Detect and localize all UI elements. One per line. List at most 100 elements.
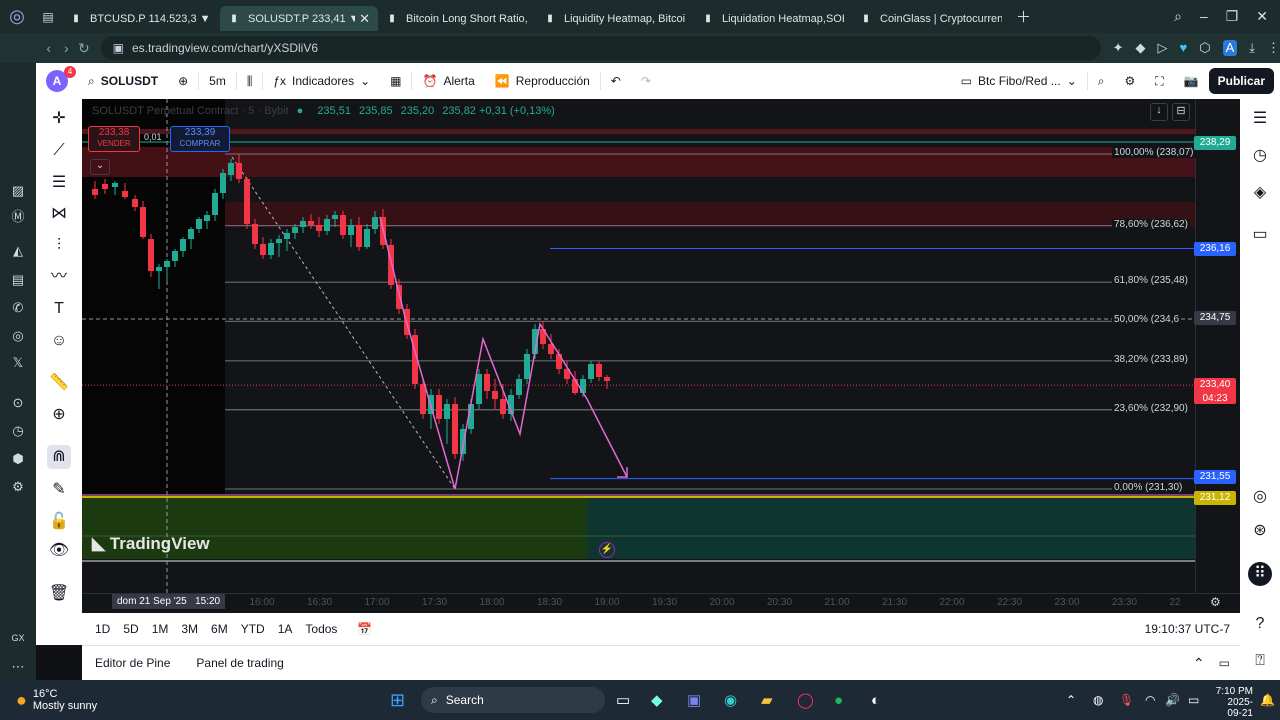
chart-pane[interactable]: SOLUSDT Perpetual Contract · 5 · Bybit ●… [82,99,1240,613]
text-icon[interactable]: T [47,297,71,321]
trash-icon[interactable]: 🗑 [47,582,71,606]
fullscreen-button[interactable]: ⛶ [1145,74,1173,89]
extension-icon[interactable]: ✦ [1113,40,1124,56]
minimize-icon[interactable]: – [1200,8,1208,25]
sell-button[interactable]: 233,38 VENDER [88,126,140,152]
magnet-icon[interactable]: ⋒ [47,445,71,469]
x-icon[interactable]: 𝕏 [9,355,27,373]
site-info-icon[interactable]: ▣ [113,41,124,55]
publish-button[interactable]: Publicar [1208,68,1274,94]
stay-drawing-icon[interactable]: ✎ [47,478,71,502]
range-5d[interactable]: 5D [123,622,138,636]
new-tab-icon[interactable]: ＋ [1016,6,1031,27]
apps-grid-icon[interactable]: ⠿ [1248,562,1272,586]
crosshair-icon[interactable]: ✛ [47,107,71,131]
emoji-icon[interactable]: ☺ [47,329,71,353]
close-window-icon[interactable]: ✕ [1256,8,1268,25]
taskbar-search[interactable]: ⌕ Search [421,687,605,713]
prediction-icon[interactable]: ⫶ [47,234,71,258]
scroll-down-icon[interactable]: ↓ [1150,103,1168,121]
restore-icon[interactable]: ❐ [1226,8,1239,25]
settings-button[interactable]: ⚙ [1115,74,1146,88]
volume-icon[interactable]: 🔊 [1165,693,1180,707]
copilot-icon[interactable]: ◆ [651,691,663,709]
ideas-icon[interactable]: ⊛ [1248,519,1272,543]
brush-icon[interactable]: 〰 [47,265,71,289]
range-3m[interactable]: 3M [181,622,198,636]
back-icon[interactable]: ‹ [40,40,58,56]
range-all[interactable]: Todos [305,622,337,636]
range-ytd[interactable]: YTD [241,622,265,636]
symbol-search[interactable]: ⌕ SOLUSDT [78,74,168,89]
file-explorer-icon[interactable]: ▰ [761,691,773,709]
tab-trading-panel[interactable]: Panel de trading [196,656,283,670]
compare-button[interactable]: ⊕ [168,74,198,88]
profile-icon[interactable]: A [1222,40,1238,56]
instagram-icon[interactable]: ◎ [9,328,27,346]
tray-app-icon[interactable]: ◍ [1093,693,1103,707]
url-field[interactable]: ▣ es.tradingview.com/chart/yXSDliV6 [100,36,1101,60]
maximize-pane-icon[interactable]: ⊟ [1172,103,1190,121]
task-view-icon[interactable]: ▭ [616,691,630,709]
ruler-icon[interactable]: 📏 [47,371,71,395]
tray-clock[interactable]: 7:10 PM 2025-09-21 [1213,686,1253,719]
collapse-legend-icon[interactable]: ⌄ [90,159,110,175]
twitch-icon[interactable]: ▤ [9,272,27,290]
range-1d[interactable]: 1D [95,622,110,636]
windows-start-icon[interactable]: ⊞ [390,690,405,711]
extensions-icon[interactable]: ⬢ [9,451,27,469]
range-6m[interactable]: 6M [211,622,228,636]
pattern-icon[interactable]: ⋈ [47,202,71,226]
zoom-icon[interactable]: ⊕ [47,403,71,427]
wifi-icon[interactable]: ◠ [1145,693,1155,707]
buy-button[interactable]: 233,39 COMPRAR [170,126,230,152]
tab-pine-editor[interactable]: Editor de Pine [95,656,170,670]
interval-button[interactable]: 5m [199,74,236,88]
user-avatar[interactable]: A 4 [36,66,78,92]
calendar-icon[interactable]: 📅 [357,622,372,636]
battery-icon[interactable]: ▭ [1188,693,1199,707]
tab-coinglass[interactable]: ▮ CoinGlass | Cryptocurrenc [852,6,1010,31]
question-icon[interactable]: ⍰ [1248,649,1272,673]
replay-button[interactable]: ⏪ Reproducción [485,74,600,88]
time-axis[interactable]: 15:2016:0016:3017:0017:3018:0018:3019:00… [82,593,1240,613]
browser-logo-icon[interactable]: ◎ [0,0,34,33]
tradingview-app-icon[interactable]: ◭ [9,243,27,261]
menu-icon[interactable]: ⋮ [1267,40,1280,56]
axis-settings-icon[interactable]: ⚙ [1210,595,1221,609]
mic-icon[interactable]: 🎙 [1119,693,1134,707]
shield-icon[interactable]: ◆ [1136,40,1146,56]
clock[interactable]: 19:10:37 UTC-7 [1145,622,1230,636]
opera-gx-icon[interactable]: ◯ [797,691,814,709]
range-1m[interactable]: 1M [152,622,169,636]
player-icon[interactable]: ⊙ [9,395,27,413]
redo-button[interactable]: ↷ [631,74,661,88]
tray-chevron-icon[interactable]: ⌃ [1066,693,1076,707]
snapshot-button[interactable]: 📷 [1174,74,1209,88]
extensions-puzzle-icon[interactable]: ⬡ [1199,40,1210,56]
more-icon[interactable]: ⋯ [9,659,27,677]
fib-retracement-icon[interactable]: ☰ [47,171,71,195]
lightning-icon[interactable]: ⚡ [599,542,615,558]
alert-button[interactable]: ⏰ Alerta [412,74,484,88]
gx-icon[interactable]: GX [9,633,27,651]
teams-icon[interactable]: ▣ [687,691,701,709]
layout-button[interactable]: ▭ Btc Fibo/Red ... ⌄ [951,74,1087,88]
settings-icon[interactable]: ⚙ [9,479,27,497]
trend-line-icon[interactable]: ⟋ [47,139,71,163]
indicators-button[interactable]: ƒx Indicadores ⌄ [263,74,380,88]
target-icon[interactable]: ◎ [1248,485,1272,509]
whatsapp-icon[interactable]: ✆ [9,300,27,318]
alerts-clock-icon[interactable]: ◷ [1248,144,1272,168]
search-tabs-icon[interactable]: ⌕ [1174,8,1182,25]
mail-icon[interactable]: Ⓜ [9,206,27,224]
reload-icon[interactable]: ↻ [75,40,93,57]
undo-button[interactable]: ↶ [601,74,631,88]
tab-long-short[interactable]: ▮ Bitcoin Long Short Ratio, [378,6,536,31]
layers-icon[interactable]: ◈ [1248,181,1272,205]
edge-icon[interactable]: ◉ [724,691,737,709]
workspaces-icon[interactable]: ▤ [34,10,62,24]
weather-widget[interactable]: ● 16°C Mostly sunny [16,688,97,712]
lock-icon[interactable]: 🔓 [47,510,71,534]
tab-liquidity-heatmap[interactable]: ▮ Liquidity Heatmap, Bitcoi [536,6,694,31]
